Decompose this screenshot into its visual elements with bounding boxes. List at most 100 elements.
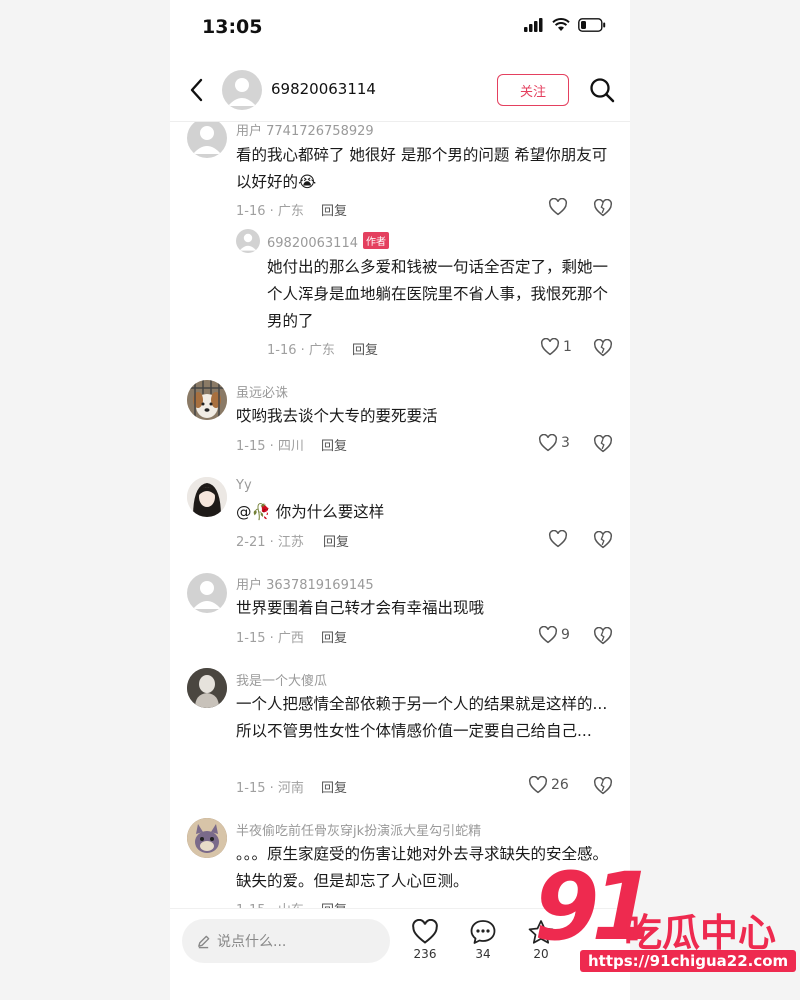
dislike-button[interactable] — [593, 338, 613, 357]
heart-icon — [549, 530, 567, 548]
top-nav: 69820063114 关注 — [170, 58, 630, 122]
dislike-button[interactable] — [593, 530, 613, 549]
reply-button[interactable]: 回复 — [323, 531, 349, 550]
watermark-logo: 91 吃瓜中心 https://91chigua22.com — [528, 858, 800, 980]
search-icon — [590, 78, 615, 103]
dislike-button[interactable] — [593, 626, 613, 645]
comment-avatar[interactable] — [187, 818, 227, 858]
comment-text: @🥀 你为什么要这样 — [236, 503, 385, 521]
chevron-left-icon — [190, 78, 203, 102]
comment-avatar[interactable] — [187, 380, 227, 420]
comment-meta: 1-15 · 广西 — [236, 631, 304, 646]
broken-heart-icon — [594, 776, 612, 795]
like-count: 1 — [563, 339, 572, 355]
like-button[interactable]: 9 — [538, 626, 570, 644]
status-icons — [524, 18, 606, 32]
reply-username[interactable]: 69820063114 作者 — [267, 232, 389, 251]
search-button[interactable] — [588, 76, 616, 104]
like-button[interactable]: 26 — [528, 776, 569, 794]
reply-meta: 1-16 · 广东 — [267, 343, 335, 358]
comment-avatar[interactable] — [187, 477, 227, 517]
comment-username[interactable]: 虽远必诛 — [236, 382, 288, 401]
comment-post-button[interactable]: 34 — [463, 919, 503, 961]
like-post-button[interactable]: 236 — [405, 919, 445, 961]
heart-icon — [539, 434, 557, 452]
comment-avatar[interactable] — [187, 573, 227, 613]
watermark-name: 吃瓜中心 — [624, 911, 777, 955]
comment-text: 哎哟我去谈个大专的要死要活 — [236, 407, 438, 425]
wifi-icon — [552, 18, 570, 31]
broken-heart-icon — [594, 338, 612, 357]
comment-list: 用户 7741726758929 看的我心都碎了 她很好 是那个男的问题 希望你… — [170, 122, 630, 908]
reply-text: 她付出的那么多爱和钱被一句话全否定了，剩她一个人浑身是血地躺在医院里不省人事，我… — [267, 258, 609, 330]
back-button[interactable] — [186, 76, 210, 104]
dislike-button[interactable] — [593, 198, 613, 217]
comment-meta: 2-21 · 江苏 — [236, 535, 304, 550]
reply-button[interactable]: 回复 — [321, 200, 347, 219]
comment-bubble-icon — [470, 920, 496, 944]
broken-heart-icon — [594, 626, 612, 645]
author-badge: 作者 — [362, 232, 389, 249]
reply-username-text: 69820063114 — [267, 236, 358, 251]
author-name[interactable]: 69820063114 — [271, 80, 376, 98]
reply-button[interactable]: 回复 — [321, 627, 347, 646]
heart-icon — [549, 198, 567, 216]
reply-avatar[interactable] — [236, 229, 260, 253]
comment-meta: 1-15 · 四川 — [236, 439, 304, 454]
like-button[interactable]: 3 — [538, 434, 570, 452]
default-avatar-icon — [239, 233, 257, 251]
girl-photo-icon — [187, 477, 227, 517]
reply-button[interactable]: 回复 — [321, 899, 347, 908]
comment-input[interactable]: 说点什么... — [182, 919, 390, 963]
heart-icon — [541, 338, 559, 356]
broken-heart-icon — [594, 198, 612, 217]
heart-icon — [412, 919, 438, 944]
status-time: 13:05 — [202, 16, 263, 38]
post-comment-count: 34 — [475, 947, 491, 961]
like-button[interactable]: 1 — [540, 338, 572, 356]
broken-heart-icon — [594, 434, 612, 453]
default-avatar-icon — [193, 126, 221, 154]
post-like-count: 236 — [413, 947, 437, 961]
cartoon-cat-icon — [187, 818, 227, 858]
comment-username[interactable]: 半夜偷吃前任骨灰穿jk扮演派大星勾引蛇精 — [236, 820, 481, 839]
pencil-icon — [198, 935, 210, 948]
reply-button[interactable]: 回复 — [321, 777, 347, 796]
comment-username[interactable]: Yy — [236, 478, 252, 493]
phone-screen: 13:05 69820063114 关注 用户 7741726758929 看的… — [170, 0, 630, 1000]
broken-heart-icon — [594, 530, 612, 549]
like-count: 9 — [561, 627, 570, 643]
heart-icon — [539, 626, 557, 644]
comment-username[interactable]: 用户 3637819169145 — [236, 574, 374, 593]
like-button[interactable] — [548, 530, 571, 548]
comment-text: 看的我心都碎了 她很好 是那个男的问题 希望你朋友可以好好的😭 — [236, 146, 608, 191]
status-bar: 13:05 — [170, 0, 630, 58]
comment-meta: 1-15 · 河南 — [236, 781, 304, 796]
author-avatar[interactable] — [222, 70, 262, 110]
reply-button[interactable]: 回复 — [321, 435, 347, 454]
dog-photo-icon — [187, 380, 227, 420]
comment-meta: 1-16 · 广东 — [236, 204, 304, 219]
battery-icon — [578, 18, 606, 32]
default-avatar-icon — [228, 78, 256, 106]
dislike-button[interactable] — [593, 434, 613, 453]
comment-meta: 1-15 · 山东 — [236, 899, 304, 908]
comment-text: 一个人把感情全部依赖于另一个人的结果就是这样的...所以不管男性女性个体情感价值… — [236, 695, 608, 740]
comment-username[interactable]: 用户 7741726758929 — [236, 122, 374, 139]
comment-avatar[interactable] — [187, 122, 227, 158]
comment-text: 世界要围着自己转才会有幸福出现哦 — [236, 599, 485, 617]
like-count: 3 — [561, 435, 570, 451]
default-avatar-icon — [193, 581, 221, 609]
comment-avatar[interactable] — [187, 668, 227, 708]
comment-input-placeholder: 说点什么... — [217, 934, 287, 950]
follow-button[interactable]: 关注 — [497, 74, 569, 106]
like-button[interactable] — [548, 198, 571, 216]
reply-button[interactable]: 回复 — [352, 339, 378, 358]
like-count: 26 — [551, 777, 569, 793]
dislike-button[interactable] — [593, 776, 613, 795]
watermark-url: https://91chigua22.com — [580, 950, 797, 972]
heart-icon — [529, 776, 547, 794]
signal-icon — [524, 18, 543, 32]
figure-photo-icon — [187, 668, 227, 708]
comment-username[interactable]: 我是一个大傻瓜 — [236, 670, 327, 689]
